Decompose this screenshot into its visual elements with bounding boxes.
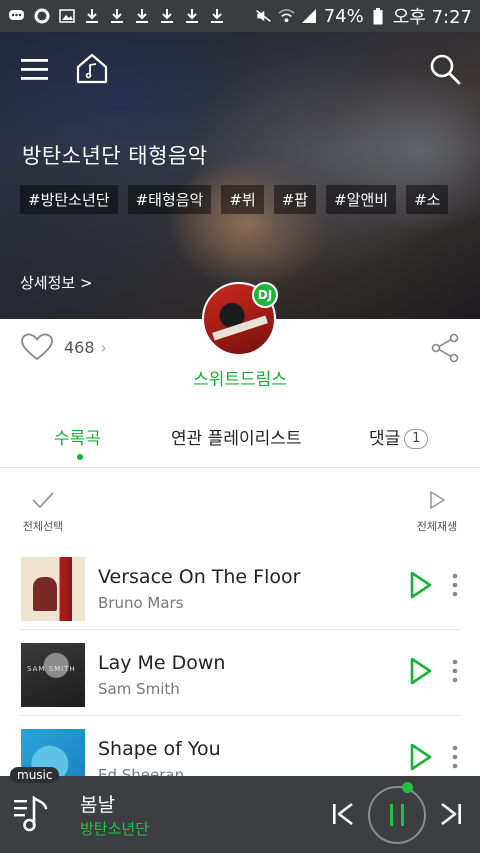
pause-button[interactable] — [368, 782, 426, 844]
battery-percent: 74% — [323, 5, 364, 27]
more-vertical-icon — [452, 573, 458, 597]
like-count: 468 — [64, 337, 95, 357]
more-vertical-icon — [452, 659, 458, 683]
dj-badge: DJ — [252, 282, 278, 308]
tag-list: #방탄소년단 #태형음악 #뷔 #팝 #알앤비 #소 — [20, 185, 449, 214]
mute-icon — [255, 8, 272, 25]
play-all-button[interactable]: 전체재생 — [414, 490, 460, 534]
playlist-title: 방탄소년단 태형음악 — [22, 144, 208, 168]
playlist-header: 방탄소년단 태형음악 #방탄소년단 #태형음악 #뷔 #팝 #알앤비 #소 상세… — [0, 32, 480, 319]
mini-player[interactable]: 봄날 방탄소년단 — [0, 776, 480, 853]
download-icon — [108, 8, 125, 25]
share-button[interactable] — [430, 333, 460, 363]
chevron-right-icon: › — [100, 337, 107, 357]
select-all-button[interactable]: 전체선택 — [20, 490, 66, 534]
detail-info-link[interactable]: 상세정보 > — [20, 272, 93, 293]
avatar-image-detail — [212, 315, 268, 341]
music-home-icon — [76, 53, 108, 84]
track-more-button[interactable] — [448, 658, 462, 684]
skip-next-icon — [441, 802, 461, 826]
battery-icon — [370, 7, 387, 25]
track-title: Shape of You — [98, 738, 221, 760]
hamburger-icon — [21, 59, 48, 80]
tag-chip[interactable]: #팝 — [273, 185, 317, 214]
menu-button[interactable] — [20, 54, 50, 84]
download-icon — [83, 8, 100, 25]
playlist-music-icon — [14, 795, 48, 832]
track-artist: Bruno Mars — [98, 594, 184, 612]
track-artist: Sam Smith — [98, 680, 180, 698]
tag-chip[interactable]: #소 — [406, 185, 449, 214]
play-icon — [410, 571, 432, 599]
like-button[interactable]: 468 › — [20, 333, 107, 361]
top-app-bar — [0, 32, 480, 108]
play-outline-icon — [430, 491, 445, 509]
tab-label: 연관 플레이리스트 — [171, 429, 302, 449]
track-play-button[interactable] — [408, 656, 434, 686]
track-play-button[interactable] — [408, 570, 434, 600]
play-icon — [410, 657, 432, 685]
comment-count-badge: 1 — [404, 428, 429, 449]
tab-label: 댓글 — [369, 429, 401, 449]
image-icon — [58, 8, 75, 25]
notification-icons — [8, 8, 225, 25]
search-button[interactable] — [428, 52, 462, 86]
track-more-button[interactable] — [448, 572, 462, 598]
cover-text: SAM SMITH — [27, 665, 76, 673]
album-cover: SAM SMITH — [21, 643, 85, 707]
tag-chip[interactable]: #알앤비 — [326, 185, 397, 214]
tab-comments[interactable]: 댓글 1 — [369, 424, 429, 449]
share-icon — [431, 333, 459, 363]
check-icon — [32, 492, 54, 509]
download-icon — [133, 8, 150, 25]
play-icon — [410, 743, 432, 771]
previous-button[interactable] — [330, 800, 356, 828]
search-icon — [430, 54, 461, 85]
heart-icon — [21, 333, 53, 361]
music-tag: music — [10, 767, 60, 783]
track-more-button[interactable] — [448, 744, 462, 770]
track-row[interactable]: Versace On The Floor Bruno Mars — [20, 544, 460, 630]
clock: 오후 7:27 — [392, 7, 472, 28]
track-title: Lay Me Down — [98, 652, 226, 674]
signal-icon — [301, 8, 318, 25]
track-play-button[interactable] — [408, 742, 434, 772]
track-title: Versace On The Floor — [98, 566, 301, 588]
dj-name[interactable]: 스위트드림스 — [0, 365, 480, 390]
tab-label: 수록곡 — [54, 429, 101, 449]
play-all-label: 전체재생 — [416, 520, 458, 533]
now-playing-button[interactable] — [12, 792, 54, 834]
download-icon — [183, 8, 200, 25]
select-all-label: 전체선택 — [22, 520, 64, 533]
tab-tracks[interactable]: 수록곡 — [54, 424, 101, 449]
tab-related-playlists[interactable]: 연관 플레이리스트 — [171, 424, 302, 449]
track-row[interactable]: SAM SMITH Lay Me Down Sam Smith — [20, 630, 460, 716]
system-icons: 74% 오후 7:27 — [255, 3, 472, 29]
download-icon — [158, 8, 175, 25]
skip-previous-icon — [333, 802, 353, 826]
active-tab-indicator — [77, 454, 83, 460]
home-button[interactable] — [74, 50, 110, 86]
now-playing-artist: 방탄소년단 — [80, 820, 150, 838]
next-button[interactable] — [438, 800, 464, 828]
tab-bar: 수록곡 연관 플레이리스트 댓글 1 — [0, 410, 480, 468]
now-playing-title: 봄날 — [80, 794, 115, 816]
tag-chip[interactable]: #뷔 — [221, 185, 264, 214]
tag-chip[interactable]: #태형음악 — [127, 185, 212, 214]
tag-chip[interactable]: #방탄소년단 — [20, 185, 118, 214]
pause-icon — [390, 804, 404, 826]
status-bar: 74% 오후 7:27 — [0, 0, 480, 32]
album-cover — [21, 557, 85, 621]
more-vertical-icon — [452, 745, 458, 769]
cover-figure — [33, 577, 57, 611]
chat-icon — [8, 8, 25, 25]
playback-progress-dot[interactable] — [402, 782, 413, 793]
download-icon — [208, 8, 225, 25]
circle-icon — [33, 8, 50, 25]
wifi-icon — [278, 8, 295, 25]
